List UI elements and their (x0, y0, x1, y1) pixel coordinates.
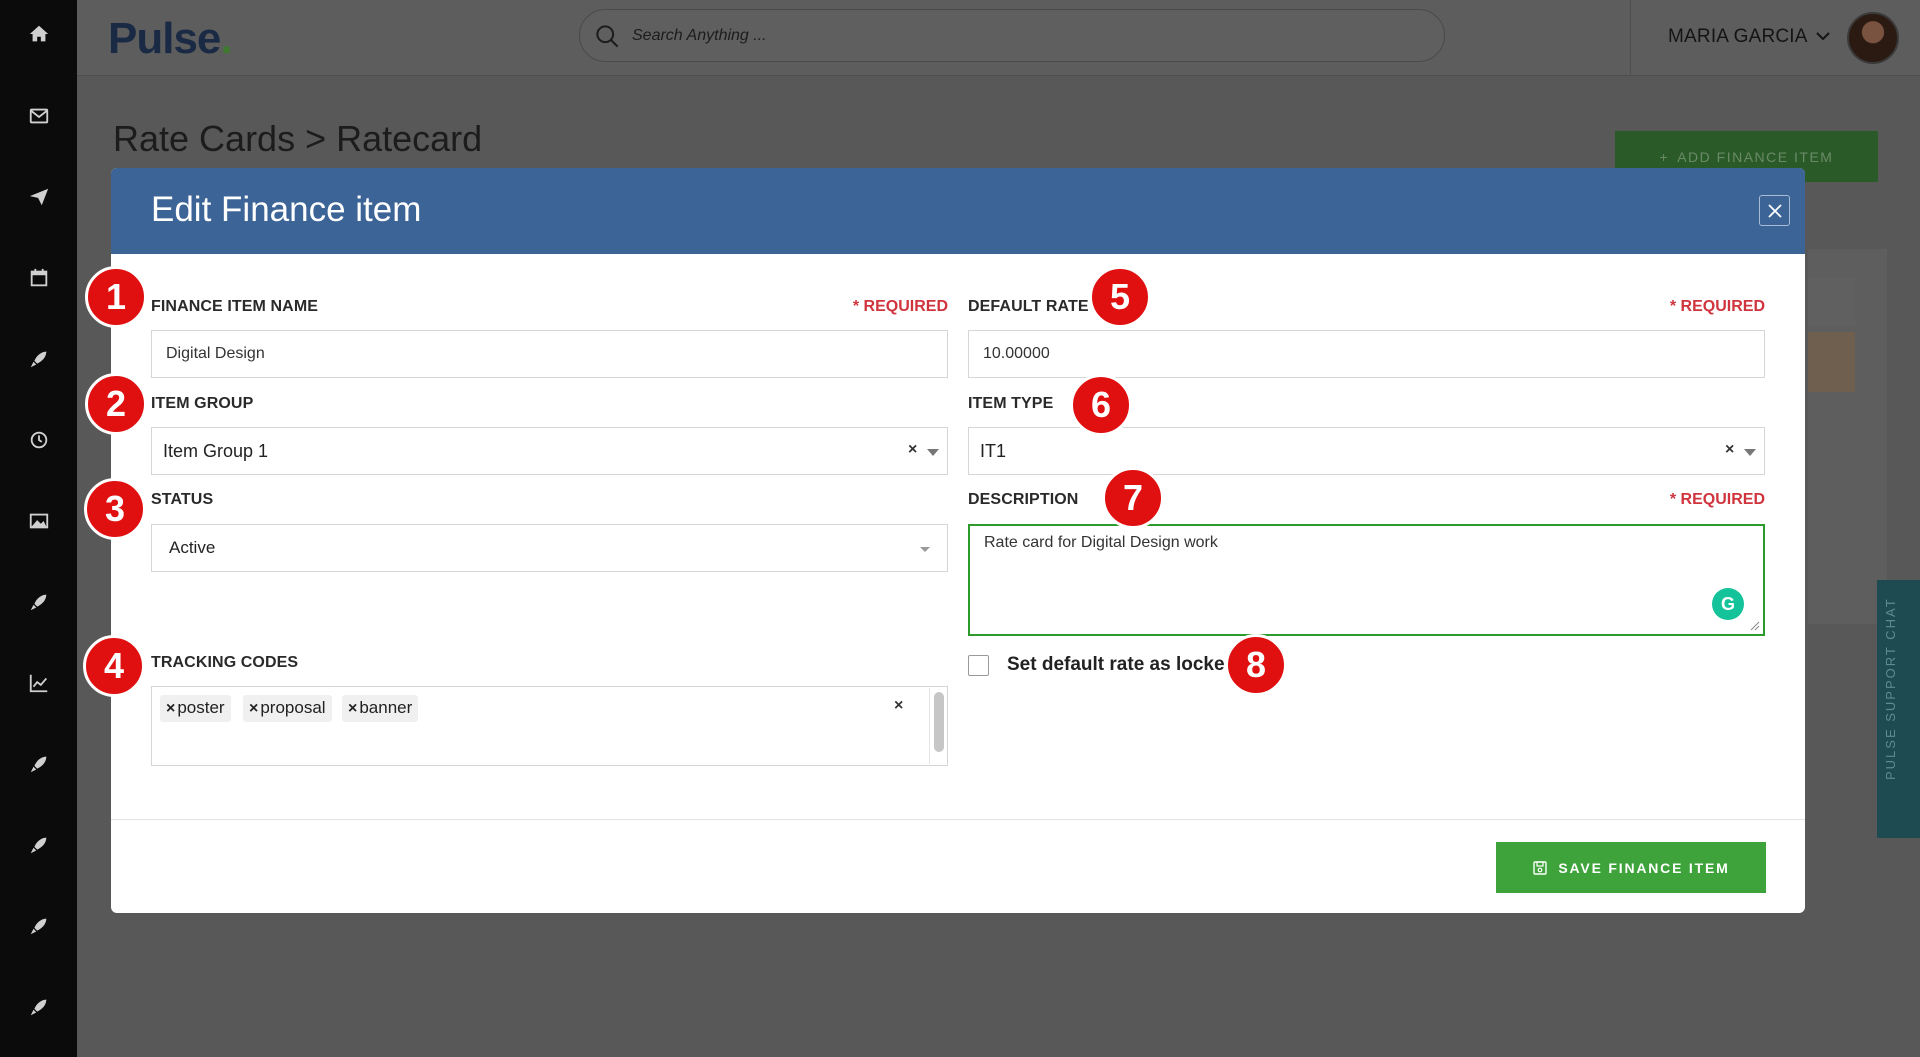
chart-icon[interactable] (0, 663, 77, 703)
description-label: DESCRIPTION (968, 491, 1079, 508)
modal-title: Edit Finance item (151, 190, 422, 229)
rocket-icon[interactable] (0, 825, 77, 865)
clear-icon[interactable]: × (908, 441, 917, 459)
user-menu-name[interactable]: MARIA GARCIA (1668, 26, 1808, 48)
default-rate-input[interactable] (969, 331, 1764, 377)
finance-item-name-input[interactable] (152, 331, 947, 377)
lock-default-rate-checkbox[interactable] (968, 655, 989, 676)
pulse-logo[interactable]: Pulse. (108, 14, 233, 64)
description-value: Rate card for Digital Design work (984, 534, 1218, 551)
clear-all-tags-icon[interactable]: × (894, 697, 903, 715)
scrollbar[interactable] (929, 688, 947, 764)
edit-finance-item-modal: Edit Finance item FINANCE ITEM NAME * RE… (111, 168, 1805, 913)
tag-chip[interactable]: × poster (160, 695, 231, 722)
grammarly-icon[interactable]: G (1712, 588, 1744, 620)
rocket-icon[interactable] (0, 582, 77, 622)
image-icon[interactable] (0, 501, 77, 541)
rocket-icon[interactable] (0, 744, 77, 784)
close-button[interactable] (1759, 195, 1790, 226)
status-select[interactable]: Active (151, 524, 948, 572)
rocket-icon[interactable] (0, 339, 77, 379)
background-row (1808, 278, 1855, 326)
item-type-select[interactable]: IT1 × (968, 427, 1765, 475)
remove-tag-icon[interactable]: × (249, 700, 258, 717)
tag-chip[interactable]: × proposal (243, 695, 332, 722)
mail-icon[interactable] (0, 96, 77, 136)
finance-item-name-field[interactable] (151, 330, 948, 378)
avatar[interactable] (1847, 12, 1899, 64)
close-icon (1767, 203, 1782, 218)
support-chat-tab[interactable]: PULSE SUPPORT CHAT (1877, 580, 1920, 838)
item-group-value: Item Group 1 (163, 441, 269, 461)
modal-header: Edit Finance item (111, 168, 1805, 254)
tag-chip[interactable]: × banner (342, 695, 419, 722)
rocket-icon[interactable] (0, 906, 77, 946)
header-divider (1630, 0, 1631, 76)
left-sidebar (0, 0, 77, 1057)
background-row (1808, 332, 1855, 392)
chevron-down-icon[interactable] (1815, 28, 1831, 44)
item-type-label: ITEM TYPE (968, 395, 1054, 412)
default-rate-label: DEFAULT RATE (968, 298, 1089, 315)
calendar-icon[interactable] (0, 258, 77, 298)
annotation-marker-4: 4 (83, 635, 145, 697)
annotation-marker-7: 7 (1102, 467, 1164, 529)
modal-divider (111, 819, 1805, 820)
dropdown-arrow-icon[interactable] (927, 449, 939, 456)
dropdown-arrow-icon[interactable] (920, 547, 930, 552)
breadcrumb: Rate Cards > Ratecard (113, 118, 483, 159)
remove-tag-icon[interactable]: × (166, 700, 175, 717)
resize-handle-icon[interactable] (1750, 621, 1760, 631)
required-indicator: * REQUIRED (1669, 491, 1765, 508)
dropdown-arrow-icon[interactable] (1744, 449, 1756, 456)
remove-tag-icon[interactable]: × (348, 700, 357, 717)
required-indicator: * REQUIRED (1669, 298, 1765, 315)
annotation-marker-2: 2 (85, 373, 147, 435)
clock-icon[interactable] (0, 420, 77, 460)
lock-default-rate-label[interactable]: Set default rate as locked (1007, 654, 1236, 676)
scrollbar-thumb[interactable] (934, 692, 944, 752)
tracking-codes-label: TRACKING CODES (151, 654, 299, 671)
save-icon (1533, 860, 1548, 875)
annotation-marker-6: 6 (1070, 374, 1132, 436)
item-type-value: IT1 (980, 441, 1007, 461)
save-finance-item-button[interactable]: SAVE FINANCE ITEM (1496, 842, 1766, 893)
search-input[interactable] (632, 20, 1412, 52)
annotation-marker-8: 8 (1225, 634, 1287, 696)
annotation-marker-5: 5 (1089, 266, 1151, 328)
item-group-select[interactable]: Item Group 1 × (151, 427, 948, 475)
annotation-marker-3: 3 (84, 478, 146, 540)
send-icon[interactable] (0, 177, 77, 217)
finance-item-name-label: FINANCE ITEM NAME (151, 298, 319, 315)
search-icon (596, 25, 619, 48)
item-group-label: ITEM GROUP (151, 395, 254, 412)
status-label: STATUS (151, 491, 214, 508)
required-indicator: * REQUIRED (852, 298, 948, 315)
clear-icon[interactable]: × (1725, 441, 1734, 459)
annotation-marker-1: 1 (85, 266, 147, 328)
status-value: Active (169, 538, 216, 557)
plus-icon: + (1659, 148, 1670, 165)
tracking-codes-field[interactable]: × poster × proposal × banner × (151, 686, 948, 766)
rocket-icon[interactable] (0, 987, 77, 1027)
home-icon[interactable] (0, 14, 77, 54)
global-search[interactable] (579, 9, 1445, 62)
default-rate-field[interactable] (968, 330, 1765, 378)
description-textarea[interactable]: Rate card for Digital Design work G (968, 524, 1765, 636)
